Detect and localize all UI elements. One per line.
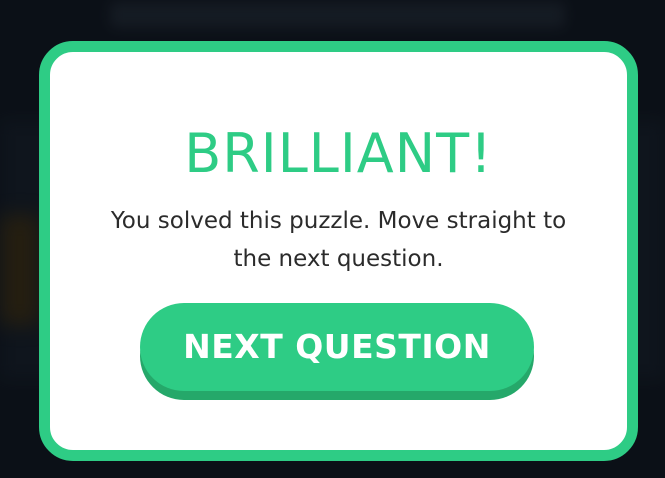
dialog-title: BRILLIANT! xyxy=(184,122,493,185)
next-question-button[interactable]: NEXT QUESTION xyxy=(140,303,534,391)
dialog-message: You solved this puzzle. Move straight to… xyxy=(110,208,567,272)
success-dialog: BRILLIANT! You solved this puzzle. Move … xyxy=(39,41,638,461)
